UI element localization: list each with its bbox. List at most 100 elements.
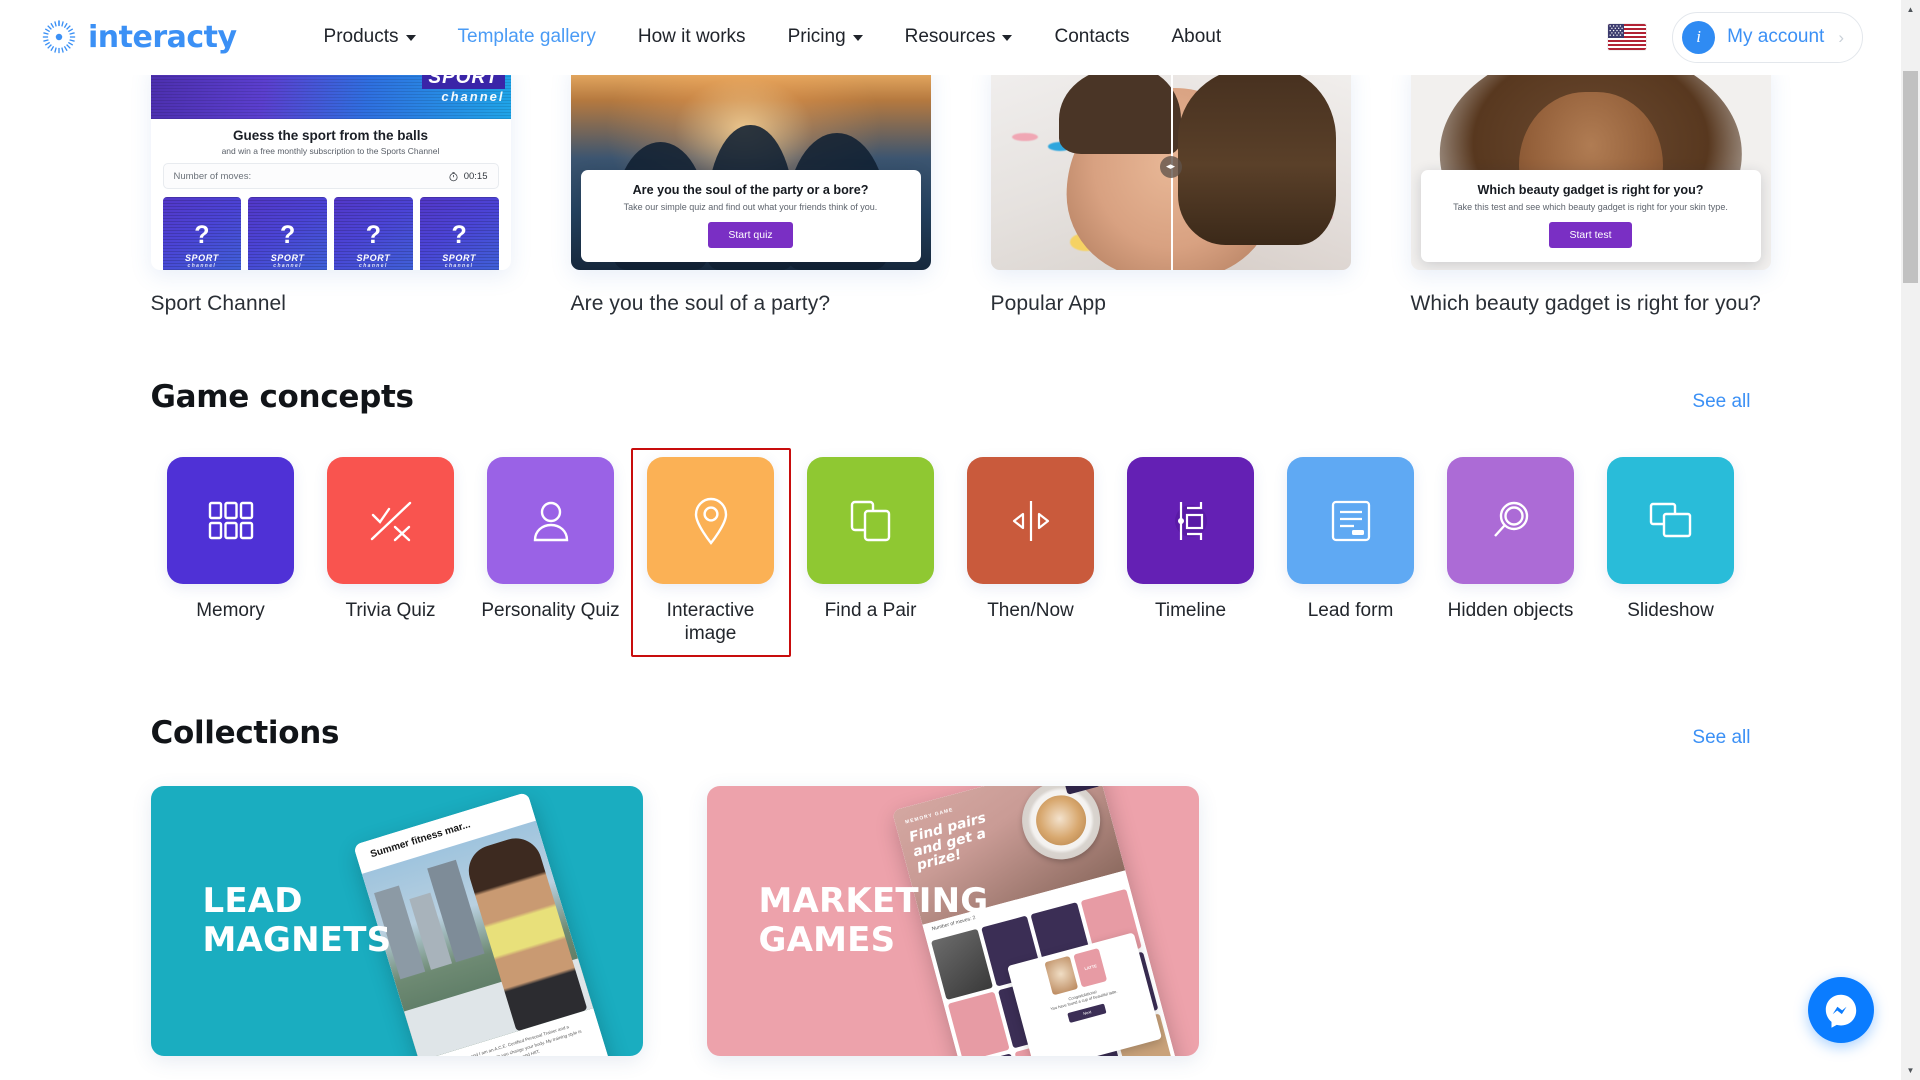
main-nav: Products Template gallery How it works P… xyxy=(303,26,1243,48)
template-card[interactable]: Are you the soul of the party or a bore?… xyxy=(570,75,931,316)
template-heading: Are you the soul of the party or a bore? xyxy=(632,183,869,197)
template-thumbnail[interactable]: ◂▸ xyxy=(990,75,1351,270)
template-thumbnail[interactable]: SPORT channel Guess the sport from the b… xyxy=(150,75,511,270)
memory-card[interactable]: ? SPORT channel xyxy=(334,197,413,270)
see-all-collections[interactable]: See all xyxy=(1692,727,1750,749)
concept-slideshow[interactable]: Slideshow xyxy=(1591,448,1751,657)
card-logo: SPORT channel xyxy=(184,253,219,269)
template-subheading: Take this test and see which beauty gadg… xyxy=(1453,202,1728,212)
vertical-scrollbar[interactable]: ▲ ▼ xyxy=(1901,0,1920,1080)
template-title[interactable]: Which beauty gadget is right for you? xyxy=(1411,292,1771,316)
nav-label: About xyxy=(1171,26,1222,47)
quiz-overlay: Which beauty gadget is right for you? Ta… xyxy=(1420,170,1761,262)
content-inner: SPORT channel Guess the sport from the b… xyxy=(150,75,1771,1056)
nav-label: Pricing xyxy=(787,26,846,47)
template-cards-row: SPORT channel Guess the sport from the b… xyxy=(150,75,1771,316)
concept-label: Trivia Quiz xyxy=(345,600,436,621)
check-cross-icon xyxy=(370,501,411,541)
see-all-game-concepts[interactable]: See all xyxy=(1692,391,1750,413)
concept-hidden-objects[interactable]: Hidden objects xyxy=(1431,448,1591,657)
two-cards-icon xyxy=(850,500,890,541)
memory-grid-icon xyxy=(208,501,253,539)
facebook-messenger-icon xyxy=(1825,994,1857,1028)
concept-timeline[interactable]: Timeline xyxy=(1111,448,1271,657)
game-status-bar: Number of moves: 00:15 xyxy=(162,163,499,189)
start-quiz-button[interactable]: Start quiz xyxy=(708,222,793,248)
avatar: i xyxy=(1682,20,1716,54)
template-title[interactable]: Sport Channel xyxy=(151,292,511,316)
game-concepts-list: Memory Trivia Quiz Personality Quiz Inte… xyxy=(151,448,1751,657)
template-card[interactable]: ◂▸ Popular App xyxy=(990,75,1351,316)
nav-item-products[interactable]: Products xyxy=(303,26,437,48)
nav-item-resources[interactable]: Resources xyxy=(884,26,1034,48)
magnifier-icon xyxy=(1493,501,1528,537)
nav-label: Contacts xyxy=(1054,26,1130,47)
concept-personality-quiz[interactable]: Personality Quiz xyxy=(471,448,631,657)
timeline-icon xyxy=(1174,501,1207,540)
logo-text: interacty xyxy=(88,19,237,55)
template-heading: Which beauty gadget is right for you? xyxy=(1477,183,1704,197)
concept-memory[interactable]: Memory xyxy=(151,448,311,657)
start-test-button[interactable]: Start test xyxy=(1549,222,1632,248)
us-flag-icon[interactable] xyxy=(1608,24,1647,50)
section-title: Game concepts xyxy=(150,379,415,415)
concept-label: Find a Pair xyxy=(824,600,917,621)
quiz-overlay: Are you the soul of the party or a bore?… xyxy=(580,170,921,262)
nav-label: Template gallery xyxy=(457,26,596,47)
concept-tile xyxy=(1447,457,1574,584)
nav-label: Products xyxy=(323,26,399,47)
template-subheading: Take our simple quiz and find out what y… xyxy=(623,202,878,212)
concept-tile xyxy=(807,457,934,584)
map-pin-icon xyxy=(694,497,727,545)
chevron-down-icon xyxy=(405,35,416,41)
nav-item-about[interactable]: About xyxy=(1150,26,1242,48)
memory-card[interactable]: ? SPORT channel xyxy=(162,197,242,270)
memory-card[interactable]: ? SPORT channel xyxy=(419,197,499,270)
nav-item-template-gallery[interactable]: Template gallery xyxy=(437,26,617,48)
card-logo: SPORT channel xyxy=(356,253,391,269)
stopwatch-icon xyxy=(449,171,458,181)
game-concepts-header: Game concepts See all xyxy=(151,379,1751,415)
concept-tile xyxy=(1607,457,1734,584)
concept-lead-form[interactable]: Lead form xyxy=(1271,448,1431,657)
template-subheading: and win a free monthly subscription to t… xyxy=(221,146,440,156)
collections-header: Collections See all xyxy=(151,715,1751,751)
concept-find-a-pair[interactable]: Find a Pair xyxy=(791,448,951,657)
scroll-down-arrow-icon[interactable]: ▼ xyxy=(1901,1061,1920,1080)
concept-label: Hidden objects xyxy=(1447,600,1574,621)
nav-item-contacts[interactable]: Contacts xyxy=(1033,26,1150,48)
collection-card-marketing-games[interactable]: MARKETING GAMES MEMORY GAME Find pairs a… xyxy=(706,785,1199,1056)
template-title[interactable]: Are you the soul of a party? xyxy=(571,292,931,316)
stacked-slides-icon xyxy=(1649,502,1691,537)
memory-card[interactable]: ? SPORT channel xyxy=(248,197,327,270)
facebook-messenger-button[interactable] xyxy=(1808,977,1874,1043)
logo[interactable]: interacty xyxy=(40,18,237,56)
concept-then-now[interactable]: Then/Now xyxy=(951,448,1111,657)
template-title[interactable]: Popular App xyxy=(991,292,1351,316)
collection-title: MARKETING GAMES xyxy=(758,881,989,960)
card-logo: SPORT channel xyxy=(442,253,477,269)
site-header: interacty Products Template gallery How … xyxy=(0,0,1901,75)
template-thumbnail[interactable]: Which beauty gadget is right for you? Ta… xyxy=(1410,75,1771,270)
timer-value: 00:15 xyxy=(463,170,488,182)
moves-label: Number of moves: xyxy=(173,170,252,182)
scrollbar-thumb[interactable] xyxy=(1903,71,1918,283)
nav-item-pricing[interactable]: Pricing xyxy=(767,26,884,48)
template-card[interactable]: SPORT channel Guess the sport from the b… xyxy=(150,75,511,316)
collection-card-lead-magnets[interactable]: LEAD MAGNETS Summer fitness mar... and I… xyxy=(150,785,643,1056)
page-root: interacty Products Template gallery How … xyxy=(0,0,1920,1080)
interacty-sunburst-icon xyxy=(40,18,78,56)
concept-interactive-image[interactable]: Interactive image xyxy=(630,448,791,657)
left-right-drag-handle-icon[interactable]: ◂▸ xyxy=(1159,155,1182,178)
concept-trivia-quiz[interactable]: Trivia Quiz xyxy=(311,448,471,657)
header-actions: i My account › xyxy=(1608,11,1863,63)
nav-item-how-it-works[interactable]: How it works xyxy=(617,26,767,48)
chevron-down-icon xyxy=(852,35,863,41)
concept-tile xyxy=(327,457,454,584)
template-card[interactable]: Which beauty gadget is right for you? Ta… xyxy=(1410,75,1771,316)
my-account-button[interactable]: i My account › xyxy=(1672,11,1863,63)
template-thumbnail[interactable]: Are you the soul of the party or a bore?… xyxy=(570,75,931,270)
page-content: SPORT channel Guess the sport from the b… xyxy=(0,75,1901,1080)
sport-banner-image: SPORT channel xyxy=(150,75,511,119)
scroll-up-arrow-icon[interactable]: ▲ xyxy=(1901,0,1920,19)
